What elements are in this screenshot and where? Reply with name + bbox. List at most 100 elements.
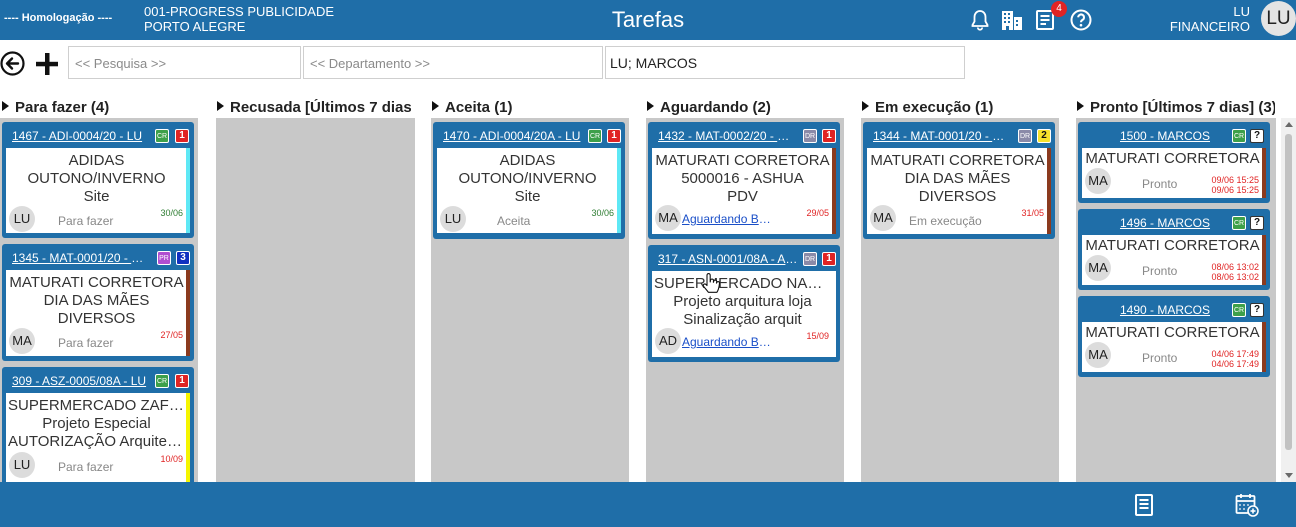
status-stripe [186,148,190,233]
app-header: ---- Homologação ---- 001-PROGRESS PUBLI… [0,0,1296,40]
task-type-tag: CR [1232,216,1246,230]
back-arrow-icon[interactable] [0,51,25,76]
task-card-body: SUPERMERCADO NACIONAL Projeto arquitura … [652,271,836,357]
task-card-title[interactable]: 1470 - ADI-0004/20A - LU [443,129,583,143]
app-footer [0,482,1296,527]
column-header-aguardando[interactable]: Aguardando (2) [647,99,841,117]
column-title: Para fazer (4) [15,99,110,116]
column-header-para-fazer[interactable]: Para fazer (4) [2,99,196,117]
priority-badge: ? [1250,129,1264,143]
assignee-avatar: LU [440,206,466,232]
assignee-avatar: MA [1085,255,1111,281]
report-icon[interactable] [1132,493,1156,517]
task-line: OUTONO/INVERNO [27,170,166,187]
due-date: 29/05 [806,208,829,218]
board-scrollbar[interactable] [1281,118,1296,482]
status-stripe [1262,235,1266,285]
bell-icon[interactable] [968,8,992,32]
task-status: Em execução [909,214,982,228]
page-title: Tarefas [611,7,685,32]
assignee-avatar: LU [9,206,35,232]
task-type-tag: DR [803,252,817,266]
task-status: Aceita [497,214,531,228]
task-status-link[interactable]: Aguardando Briefing [682,212,774,226]
help-icon[interactable] [1069,8,1093,32]
priority-badge: ? [1250,216,1264,230]
user-name: LU [1233,4,1250,19]
buildings-icon[interactable] [1000,8,1024,32]
assignee-avatar: MA [655,205,681,231]
task-card-title[interactable]: 1496 - MARCOS [1098,216,1232,230]
hand-cursor-icon [702,273,720,293]
task-card-title[interactable]: 1345 - MAT-0001/20 - MARCOS [12,251,152,265]
department-input[interactable]: << Departamento >> [303,46,603,79]
due-date: 10/09 [160,454,183,464]
users-filter-input[interactable]: LU; MARCOS [605,46,965,79]
task-card[interactable]: 1467 - ADI-0004/20 - LU CR 1 ADIDAS OUTO… [2,122,194,238]
task-line: SUPERMERCADO NACIONAL [654,275,831,292]
column-pronto: 1500 - MARCOS CR ? MATURATI CORRETORA MA… [1076,118,1276,482]
task-card-title[interactable]: 317 - ASN-0001/08A - ADRIANA [658,252,798,266]
user-avatar[interactable]: LU [1261,1,1296,36]
status-stripe [617,148,621,233]
task-card[interactable]: 1432 - MAT-0002/20 - MARCOS DR 1 MATURAT… [648,122,840,239]
user-department: FINANCEIRO [1169,19,1250,34]
task-card[interactable]: 309 - ASZ-0005/08A - LU CR 1 SUPERMERCAD… [2,367,194,485]
task-card[interactable]: 1470 - ADI-0004/20A - LU CR 1 ADIDAS OUT… [433,122,625,239]
user-info[interactable]: LU FINANCEIRO [1170,4,1250,34]
column-header-recusada[interactable]: Recusada [Últimos 7 dias] [217,99,411,117]
task-card[interactable]: 1344 - MAT-0001/20 - MARCOS DR 2 MATURAT… [863,122,1055,239]
task-line: DIVERSOS [57,310,136,327]
search-input[interactable]: << Pesquisa >> [68,46,301,79]
task-card-title[interactable]: 1344 - MAT-0001/20 - MARCOS [873,129,1013,143]
scroll-down-arrow-icon[interactable] [1285,473,1293,478]
task-card-title[interactable]: 1467 - ADI-0004/20 - LU [12,129,152,143]
task-card[interactable]: 1500 - MARCOS CR ? MATURATI CORRETORA MA… [1078,122,1270,203]
task-line: DIVERSOS [918,188,997,205]
priority-badge: 1 [175,129,189,143]
task-card[interactable]: 317 - ASN-0001/08A - ADRIANA DR 1 SUPERM… [648,245,840,362]
task-card[interactable]: 1490 - MARCOS CR ? MATURATI CORRETORA MA… [1078,296,1270,377]
task-line: DIA DAS MÃES [904,170,1011,187]
status-stripe [1262,148,1266,198]
task-line: MATURATI CORRETORA [870,152,1045,169]
task-card-title[interactable]: 1432 - MAT-0002/20 - MARCOS [658,129,798,143]
task-line: OUTONO/INVERNO [458,170,597,187]
task-card-body: MATURATI CORRETORA MA Pronto 08/06 13:02… [1082,235,1266,285]
priority-badge: ? [1250,303,1264,317]
priority-badge: 1 [175,374,189,388]
task-line: Site [514,188,541,205]
task-card-body: MATURATI CORRETORA MA Pronto 04/06 17:49… [1082,322,1266,372]
column-header-aceita[interactable]: Aceita (1) [432,99,626,117]
task-card-title[interactable]: 309 - ASZ-0005/08A - LU [12,374,152,388]
column-title: Aguardando (2) [660,99,771,116]
column-aguardando: 1432 - MAT-0002/20 - MARCOS DR 1 MATURAT… [646,118,844,482]
company-info[interactable]: 001-PROGRESS PUBLICIDADE PORTO ALEGRE [144,4,334,34]
task-card[interactable]: 1345 - MAT-0001/20 - MARCOS PR 3 MATURAT… [2,244,194,361]
column-title: Em execução (1) [875,99,994,116]
column-header-pronto[interactable]: Pronto [Últimos 7 dias] (3) [1077,99,1275,117]
task-line: ADIDAS [499,152,556,169]
dates: 04/06 17:49 04/06 17:49 [1211,349,1259,369]
end-date: 04/06 17:49 [1211,359,1259,369]
scrollbar-thumb[interactable] [1285,134,1292,450]
start-date: 09/06 15:25 [1211,175,1259,185]
task-type-tag: CR [1232,129,1246,143]
status-stripe [1047,148,1051,234]
task-card-title[interactable]: 1500 - MARCOS [1098,129,1232,143]
column-header-em-execucao[interactable]: Em execução (1) [862,99,1056,117]
task-status-link[interactable]: Aguardando Briefing [682,335,774,349]
task-card-title[interactable]: 1490 - MARCOS [1098,303,1232,317]
task-line: MATURATI CORRETORA [1085,150,1260,167]
scroll-up-arrow-icon[interactable] [1285,122,1293,127]
task-status: Para fazer [58,460,114,474]
collapse-triangle-icon [647,101,654,111]
collapse-triangle-icon [217,101,224,111]
add-task-icon[interactable] [35,52,59,76]
task-line: MATURATI CORRETORA [9,274,184,291]
task-card[interactable]: 1496 - MARCOS CR ? MATURATI CORRETORA MA… [1078,209,1270,290]
task-card-body: ADIDAS OUTONO/INVERNO Site LU Para fazer… [6,148,190,233]
task-card-body: SUPERMERCADO ZAFFARI Projeto Especial AU… [6,393,190,485]
calendar-add-icon[interactable] [1235,493,1259,517]
company-name: 001-PROGRESS PUBLICIDADE [144,4,335,19]
